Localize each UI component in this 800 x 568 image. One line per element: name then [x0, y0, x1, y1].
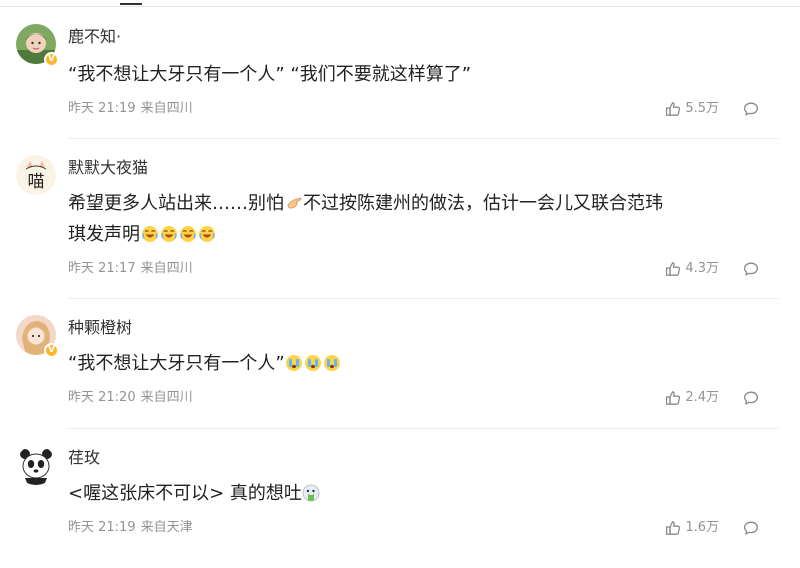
comment-text: “我不想让大牙只有一个人”	[68, 348, 778, 379]
comment-item: V 种颗橙树 “我不想让大牙只有一个人” 昨天 21:20 来自四川 2.4万	[0, 298, 800, 428]
thumbs-up-icon	[665, 261, 681, 277]
comment-item: 荏玫 <喔这张床不可以> 真的想吐 昨天 21:19 来自天津 1.6万	[0, 428, 800, 560]
like-button[interactable]: 5.5万	[665, 99, 719, 119]
avatar[interactable]	[16, 445, 56, 485]
crying-emoji-icon	[323, 354, 341, 372]
crying-emoji-icon	[285, 354, 303, 372]
like-button[interactable]: 4.3万	[665, 259, 719, 279]
like-button[interactable]: 2.4万	[665, 388, 719, 408]
laugh-cry-emoji-icon	[141, 225, 159, 243]
laugh-cry-emoji-icon	[179, 225, 197, 243]
comment-bubble-icon[interactable]	[743, 520, 759, 536]
verified-badge-icon: V	[44, 343, 59, 358]
laugh-cry-emoji-icon	[160, 225, 178, 243]
svg-text:喵: 喵	[28, 172, 45, 192]
like-count: 5.5万	[685, 101, 719, 116]
crying-emoji-icon	[304, 354, 322, 372]
comment-username[interactable]: 鹿不知·	[68, 27, 778, 47]
comment-meta: 昨天 21:19 来自天津 1.6万	[68, 518, 778, 538]
comment-location: 来自天津	[140, 520, 193, 535]
like-count: 4.3万	[685, 261, 719, 276]
comment-time: 昨天 21:19	[68, 520, 136, 535]
comment-time: 昨天 21:19	[68, 101, 136, 116]
praying-hands-emoji-icon	[285, 194, 303, 212]
comment-text: 希望更多人站出来……别怕 不过按陈建州的做法，估计一会儿又联合范玮 琪发声明	[68, 193, 663, 245]
comment-location: 来自四川	[140, 101, 193, 116]
comment-item: 喵 默默大夜猫 希望更多人站出来……别怕 不过按陈建州的做法，估计一会儿又联合范玮…	[0, 138, 800, 298]
comment-location: 来自四川	[140, 261, 193, 276]
comment-username[interactable]: 荏玫	[68, 448, 778, 468]
thumbs-up-icon	[665, 390, 681, 406]
like-count: 2.4万	[685, 390, 719, 405]
like-count: 1.6万	[685, 520, 719, 535]
vomit-emoji-icon	[302, 484, 320, 502]
thumbs-up-icon	[665, 520, 681, 536]
comment-text: <喔这张床不可以> 真的想吐	[68, 478, 778, 509]
thumbs-up-icon	[665, 101, 681, 117]
comment-item: V 鹿不知· “我不想让大牙只有一个人” “我们不要就这样算了” 昨天 21:1…	[0, 7, 800, 138]
comment-text: “我不想让大牙只有一个人” “我们不要就这样算了”	[68, 64, 472, 85]
avatar[interactable]: V	[16, 315, 59, 358]
avatar[interactable]: 喵	[16, 155, 56, 195]
active-tab-indicator	[120, 3, 142, 5]
comment-meta: 昨天 21:19 来自四川 5.5万	[68, 99, 778, 119]
like-button[interactable]: 1.6万	[665, 518, 719, 538]
verified-badge-icon: V	[44, 52, 59, 67]
comment-username[interactable]: 种颗橙树	[68, 318, 778, 338]
comment-bubble-icon[interactable]	[743, 261, 759, 277]
comment-list: V 鹿不知· “我不想让大牙只有一个人” “我们不要就这样算了” 昨天 21:1…	[0, 7, 800, 560]
comment-meta: 昨天 21:17 来自四川 4.3万	[68, 259, 778, 279]
comment-username[interactable]: 默默大夜猫	[68, 158, 778, 178]
comment-meta: 昨天 21:20 来自四川 2.4万	[68, 388, 778, 408]
comment-time: 昨天 21:20	[68, 390, 136, 405]
comment-location: 来自四川	[140, 390, 193, 405]
laugh-cry-emoji-icon	[198, 225, 216, 243]
comment-bubble-icon[interactable]	[743, 101, 759, 117]
comment-bubble-icon[interactable]	[743, 390, 759, 406]
comment-time: 昨天 21:17	[68, 261, 136, 276]
avatar[interactable]: V	[16, 24, 59, 67]
